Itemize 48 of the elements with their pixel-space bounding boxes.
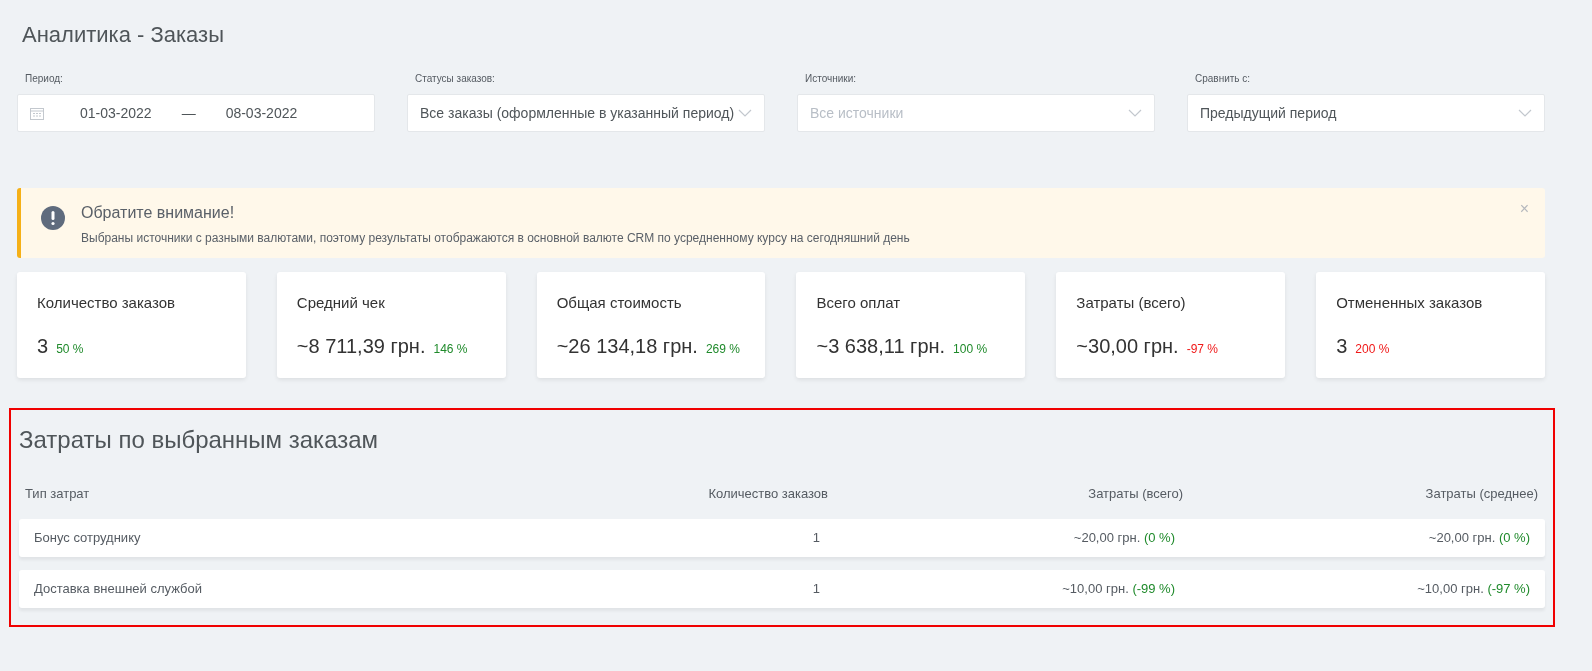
stat-label: Затраты (всего) bbox=[1076, 293, 1187, 314]
chevron-icon bbox=[1128, 109, 1142, 118]
chevron-icon bbox=[1518, 109, 1532, 118]
column-header: Затраты (всего) bbox=[1087, 485, 1183, 504]
stat-change: 200 % bbox=[1355, 340, 1390, 358]
stat-label: Общая стоимость bbox=[556, 293, 683, 314]
date-to: 08-03-2022 bbox=[225, 103, 298, 123]
stat-change: 100 % bbox=[953, 340, 988, 358]
alert-text: Выбраны источники с разными валютами, поэтому результаты отображаются в основной валюте CRM по усредненному курсу на сегодняшний день bbox=[81, 230, 910, 248]
date-range-field[interactable]: 01-03-2022 — 08-03-2022 bbox=[17, 94, 375, 133]
alert-title: Обратите внимание! bbox=[81, 203, 236, 224]
date-separator: — bbox=[181, 103, 196, 123]
table-cell-text: ~10,00 грн. (-97 %) bbox=[1416, 580, 1530, 599]
table-cell-text: Бонус сотруднику bbox=[34, 529, 142, 548]
stat-label: Средний чек bbox=[296, 293, 386, 314]
stat-label: Всего оплат bbox=[816, 293, 902, 314]
column-header: Затраты (среднее) bbox=[1424, 485, 1538, 504]
stat-value: ~30,00 грн. bbox=[1076, 333, 1179, 359]
stat-change: 269 % bbox=[705, 340, 740, 358]
stat-change: 50 % bbox=[56, 340, 84, 358]
select-field[interactable]: Предыдущий период bbox=[1187, 94, 1545, 133]
stat-value: ~26 134,18 грн. bbox=[556, 333, 698, 359]
stat-change: -97 % bbox=[1186, 340, 1218, 358]
field-label: Источники: bbox=[805, 72, 857, 87]
table-cell-text: 1 bbox=[811, 580, 820, 599]
stat-value: ~3 638,11 грн. bbox=[816, 333, 946, 359]
stat-value: 3 bbox=[1336, 333, 1348, 359]
table-cell-text: 1 bbox=[811, 529, 820, 548]
field-label: Сравнить с: bbox=[1195, 72, 1251, 87]
table-cell-text: ~10,00 грн. (-99 %) bbox=[1061, 580, 1175, 599]
calendar-icon bbox=[30, 106, 44, 120]
table-cell-text: ~20,00 грн. (0 %) bbox=[1427, 529, 1530, 548]
stat-change: 146 % bbox=[433, 340, 468, 358]
stat-label: Количество заказов bbox=[37, 293, 177, 314]
field-label: Статусы заказов: bbox=[415, 72, 495, 87]
stat-value: ~8 711,39 грн. bbox=[296, 333, 426, 359]
date-from: 01-03-2022 bbox=[80, 103, 152, 123]
chevron-icon bbox=[738, 109, 752, 118]
column-header: Количество заказов bbox=[707, 485, 828, 504]
select-field[interactable]: Все заказы (оформленные в указанный период) bbox=[407, 94, 765, 133]
stat-value: 3 bbox=[37, 333, 49, 359]
page-title: Аналитика - Заказы bbox=[22, 22, 225, 49]
field-label: Период: bbox=[25, 72, 63, 87]
column-header: Тип затрат bbox=[25, 485, 91, 504]
table-cell-text: ~20,00 грн. (0 %) bbox=[1072, 529, 1175, 548]
stat-label: Отмененных заказов bbox=[1336, 293, 1484, 314]
table-cell-text: Доставка внешней службой bbox=[34, 580, 203, 599]
section-title: Затраты по выбранным заказам bbox=[19, 425, 380, 456]
